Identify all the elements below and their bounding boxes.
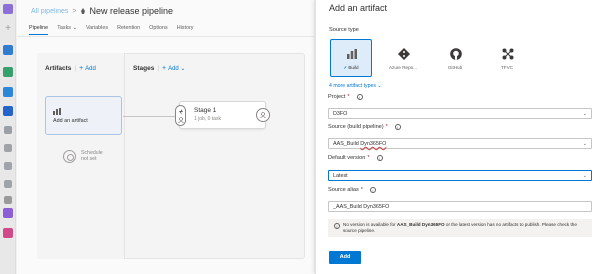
stages-header: Stages | + Add ⌄ (133, 65, 186, 72)
test-plans-icon[interactable] (3, 208, 13, 218)
tfvc-icon (502, 48, 514, 60)
source-pipeline-value: AAS_Build Dyn365FO (333, 141, 387, 147)
release-pipeline-icon (81, 7, 86, 14)
pipelines-icon[interactable] (3, 106, 13, 116)
source-type-tfvc[interactable]: TFVC (486, 39, 528, 77)
releases-icon[interactable] (4, 144, 12, 152)
approver-icon (178, 117, 184, 123)
info-icon[interactable]: i (356, 94, 363, 100)
azure-repos-icon (398, 48, 410, 60)
source-type-azure-repos[interactable]: Azure Repo... (382, 39, 424, 77)
more-artifact-types-link[interactable]: 4 more artifact types ⌄ (329, 83, 382, 89)
stage-job-summary[interactable]: 1 job, 0 task (194, 116, 221, 122)
left-nav-rail: + (0, 0, 16, 274)
stage-connector (123, 116, 178, 117)
tabs-divider (17, 36, 314, 37)
library-icon[interactable] (4, 162, 12, 170)
default-version-label: Default version * i (328, 155, 383, 161)
artifacts-header: Artifacts | + Add (45, 65, 96, 72)
azure-devops-logo-icon[interactable] (3, 4, 13, 14)
source-type-label-github: GitHub (447, 65, 463, 70)
project-select[interactable]: D3FO ⌄ (328, 108, 592, 119)
required-marker: * (360, 187, 363, 193)
default-version-select[interactable]: Latest ⌄ (328, 170, 592, 181)
source-type-picker: ✓Build Azure Repo... GitHub TFVC (330, 39, 538, 77)
overview-icon[interactable] (3, 45, 13, 55)
pipeline-editor: All pipelines > New release pipeline Pip… (17, 0, 314, 274)
source-type-github[interactable]: GitHub (434, 39, 476, 77)
add-button[interactable]: Add (329, 251, 361, 264)
tab-retention[interactable]: Retention (117, 25, 140, 35)
source-type-label: Source type (329, 27, 359, 33)
info-icon[interactable]: i (376, 155, 383, 161)
source-label: Source (build pipeline) * i (328, 124, 401, 130)
builds-icon[interactable] (4, 126, 12, 134)
info-icon: i (334, 223, 340, 229)
source-type-label-tfvc: TFVC (501, 65, 513, 70)
plus-icon[interactable]: + (3, 24, 13, 34)
breadcrumb: All pipelines > New release pipeline (31, 6, 173, 16)
github-icon (450, 48, 462, 60)
post-deployment-conditions[interactable] (256, 108, 270, 122)
info-icon[interactable]: i (394, 124, 401, 130)
boards-icon[interactable] (3, 67, 13, 77)
stage-card[interactable]: Stage 1 1 job, 0 task (175, 101, 270, 129)
tab-options[interactable]: Options (149, 25, 168, 35)
required-marker: * (367, 155, 370, 161)
project-value: D3FO (333, 111, 348, 117)
tab-tasks[interactable]: Tasks ⌄ (57, 25, 77, 35)
no-version-alert: i No version is available for AAS_Build … (328, 219, 592, 237)
project-label: Project * i (328, 94, 363, 100)
pre-deployment-conditions[interactable] (175, 105, 186, 126)
artifacts-icon[interactable] (3, 228, 13, 238)
artifact-bars-icon (53, 108, 61, 115)
stages-title: Stages (133, 65, 155, 72)
approver-icon (260, 112, 266, 118)
tab-variables[interactable]: Variables (86, 25, 108, 35)
source-pipeline-select[interactable]: AAS_Build Dyn365FO ⌄ (328, 138, 592, 149)
breadcrumb-all-pipelines[interactable]: All pipelines (31, 8, 68, 15)
add-stage-link[interactable]: + Add ⌄ (162, 65, 185, 72)
stage-name: Stage 1 (194, 107, 217, 114)
source-alias-label: Source alias * i (328, 187, 376, 193)
pipeline-name[interactable]: New release pipeline (89, 6, 173, 16)
info-icon[interactable]: i (369, 187, 376, 193)
add-artifact-label: Add an artifact (53, 118, 88, 124)
required-marker: * (347, 94, 350, 100)
schedule-status: not set (81, 156, 97, 162)
tab-pipeline[interactable]: Pipeline (29, 25, 49, 35)
page-title: New release pipeline (80, 6, 173, 16)
deployment-groups-icon[interactable] (4, 196, 12, 204)
default-version-value: Latest (333, 173, 348, 179)
clock-icon (63, 150, 76, 163)
chevron-down-icon: ⌄ (582, 111, 587, 117)
panel-title: Add an artifact (329, 3, 388, 13)
task-groups-icon[interactable] (4, 180, 12, 188)
trigger-icon (179, 109, 183, 115)
source-type-build[interactable]: ✓Build (330, 39, 372, 77)
source-alias-input[interactable]: _AAS_Build Dyn365FO (328, 201, 592, 212)
add-artifact-link[interactable]: + Add (79, 65, 96, 72)
add-artifact-card[interactable]: Add an artifact (45, 96, 122, 135)
chevron-down-icon: ⌄ (582, 173, 587, 179)
alert-message: No version is available for AAS_Build Dy… (343, 222, 577, 233)
artifacts-title: Artifacts (45, 65, 72, 72)
tab-history[interactable]: History (177, 25, 194, 35)
source-type-label-azure: Azure Repo... (388, 65, 418, 70)
pipeline-tabs: Pipeline Tasks ⌄ Variables Retention Opt… (29, 25, 194, 35)
checkmark-icon: ✓ (343, 65, 348, 70)
breadcrumb-separator: > (72, 7, 77, 15)
required-marker: * (385, 124, 388, 130)
source-alias-value: _AAS_Build Dyn365FO (333, 204, 390, 210)
repos-icon[interactable] (3, 87, 13, 97)
chevron-down-icon: ⌄ (582, 141, 587, 147)
build-icon (347, 49, 357, 59)
